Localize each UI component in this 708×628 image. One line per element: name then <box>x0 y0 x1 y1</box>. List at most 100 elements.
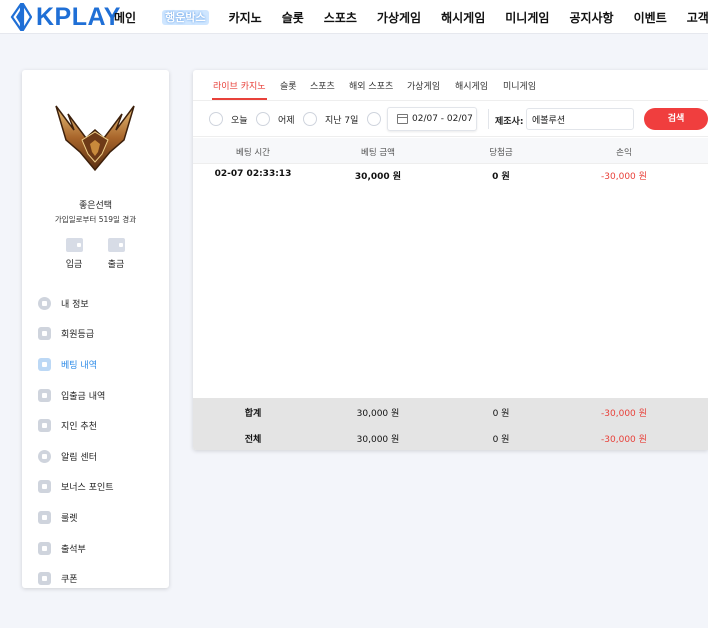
maker-input[interactable] <box>526 108 634 130</box>
deposit-label: 입금 <box>65 260 83 270</box>
roulette-icon <box>38 510 51 524</box>
menu-item-label: 지인 추천 <box>61 422 97 433</box>
bet-history-panel: 라이브 카지노 슬롯 스포츠 해외 스포츠 가상게임 해시게임 미니게임 오늘 … <box>193 70 708 450</box>
filter-bar: 오늘 어제 지난 7일 02/07 - 02/07 제조사: 검색 <box>193 101 708 137</box>
date-range-value: 02/07 - 02/07 <box>412 114 473 124</box>
summary-label: 전체 <box>244 435 262 445</box>
nav-item-lucky-box-label: 행운박스 <box>162 10 209 25</box>
menu-item-label: 알림 센터 <box>61 452 97 463</box>
radio-circle <box>367 112 381 126</box>
nav-item-notice[interactable]: 공지사항 <box>569 9 613 26</box>
tab-virtual-game[interactable]: 가상게임 <box>407 79 440 92</box>
joined-days-text: 가입일로부터 519일 경과 <box>54 215 137 224</box>
nav-item-slot[interactable]: 슬롯 <box>282 9 304 26</box>
logo[interactable]: KPLAY <box>10 3 121 31</box>
nav-item-sports[interactable]: 스포츠 <box>324 9 357 26</box>
menu-item-label: 회원등급 <box>61 330 95 341</box>
coupon-icon <box>38 572 51 586</box>
table-header: 베팅 시간 베팅 금액 당첨금 손익 <box>193 138 708 164</box>
logo-icon <box>10 3 32 31</box>
nav-item-event[interactable]: 이벤트 <box>634 9 667 26</box>
menu-item-bonus-point[interactable]: 보너스 포인트 <box>38 472 163 503</box>
summary-area: 합계 30,000 원 0 원 -30,000 원 전체 30,000 원 0 … <box>193 398 708 450</box>
heart-icon <box>38 419 51 433</box>
deposit-wallet-icon <box>65 238 83 252</box>
tab-live-casino[interactable]: 라이브 카지노 <box>213 79 266 92</box>
maker-label: 제조사: <box>495 117 524 127</box>
radio-custom-range[interactable] <box>367 112 389 126</box>
summary-win: 0 원 <box>492 409 510 419</box>
menu-item-notifications[interactable]: 알림 센터 <box>38 441 163 472</box>
tab-slot[interactable]: 슬롯 <box>280 79 297 92</box>
menu-item-label: 룰렛 <box>61 513 78 524</box>
column-header-profit: 손익 <box>616 148 632 158</box>
radio-label: 어제 <box>278 115 295 126</box>
summary-amount: 30,000 원 <box>356 409 400 419</box>
menu-item-transactions[interactable]: 입출금 내역 <box>38 380 163 411</box>
radio-circle <box>209 112 223 126</box>
menu-item-my-info[interactable]: 내 정보 <box>38 288 163 319</box>
menu-item-label: 보너스 포인트 <box>61 483 114 494</box>
cell-win: 0 원 <box>492 172 510 182</box>
mypage-menu: 내 정보 회원등급 베팅 내역 입출금 내역 지인 추천 알림 센터 보너스 포… <box>38 288 163 594</box>
menu-item-label: 입출금 내역 <box>61 391 106 402</box>
date-range-picker[interactable]: 02/07 - 02/07 <box>387 107 477 131</box>
calendar-icon <box>397 114 408 124</box>
summary-amount: 30,000 원 <box>356 435 400 445</box>
column-header-bet-amount: 베팅 금액 <box>361 148 395 158</box>
calendar-icon <box>38 541 51 555</box>
withdraw-button[interactable]: 출금 <box>101 238 131 270</box>
deposit-button[interactable]: 입금 <box>59 238 89 270</box>
tab-sports[interactable]: 스포츠 <box>310 79 335 92</box>
radio-label: 지난 7일 <box>325 115 359 126</box>
nav-item-hash-game[interactable]: 해시게임 <box>441 9 485 26</box>
user-icon <box>38 296 51 310</box>
nav-item-virtual-game[interactable]: 가상게임 <box>377 9 421 26</box>
divider <box>488 109 489 129</box>
nav-item-lucky-box[interactable]: 행운박스 <box>162 9 209 25</box>
nav-item-casino[interactable]: 카지노 <box>229 9 262 26</box>
summary-row-total: 전체 30,000 원 0 원 -30,000 원 <box>193 424 708 450</box>
nav-menu: 메인 행운박스 카지노 슬롯 스포츠 가상게임 해시게임 미니게임 공지사항 이… <box>114 0 708 34</box>
top-nav: KPLAY 메인 행운박스 카지노 슬롯 스포츠 가상게임 해시게임 미니게임 … <box>0 0 708 34</box>
summary-row-subtotal: 합계 30,000 원 0 원 -30,000 원 <box>193 398 708 424</box>
tab-overseas-sports[interactable]: 해외 스포츠 <box>349 79 393 92</box>
menu-item-bet-history[interactable]: 베팅 내역 <box>38 349 163 380</box>
radio-today[interactable]: 오늘 <box>209 112 248 126</box>
nav-item-customer-center[interactable]: 고객센 <box>687 9 708 26</box>
withdraw-wallet-icon <box>107 238 125 252</box>
withdraw-label: 출금 <box>107 260 125 270</box>
column-header-win: 당첨금 <box>489 148 513 158</box>
grade-icon <box>38 327 51 341</box>
game-tabs: 라이브 카지노 슬롯 스포츠 해외 스포츠 가상게임 해시게임 미니게임 <box>193 70 708 101</box>
menu-item-label: 쿠폰 <box>61 575 78 586</box>
summary-label: 합계 <box>244 409 262 419</box>
tab-hash-game[interactable]: 해시게임 <box>455 79 488 92</box>
menu-item-roulette[interactable]: 룰렛 <box>38 502 163 533</box>
menu-item-attendance[interactable]: 출석부 <box>38 533 163 564</box>
radio-circle <box>303 112 317 126</box>
username: 좋은선택 <box>78 201 113 211</box>
radio-last-7-days[interactable]: 지난 7일 <box>303 112 358 126</box>
cell-profit: -30,000 원 <box>601 172 647 182</box>
menu-item-label: 베팅 내역 <box>61 360 97 371</box>
nav-item-main[interactable]: 메인 <box>114 9 136 26</box>
radio-yesterday[interactable]: 어제 <box>256 112 295 126</box>
cell-bet-time: 02-07 02:33:13 <box>214 169 292 179</box>
menu-item-referral[interactable]: 지인 추천 <box>38 410 163 441</box>
menu-item-coupon[interactable]: 쿠폰 <box>38 563 163 594</box>
radio-circle <box>256 112 270 126</box>
bet-history-icon <box>38 357 51 371</box>
tab-mini-game[interactable]: 미니게임 <box>503 79 536 92</box>
point-icon <box>38 480 51 494</box>
menu-item-label: 출석부 <box>61 544 86 555</box>
summary-profit: -30,000 원 <box>601 435 647 445</box>
search-button[interactable]: 검색 <box>644 108 708 130</box>
mypage-sidebar: 좋은선택 가입일로부터 519일 경과 입금 출금 내 정보 회원등급 베팅 내… <box>22 70 169 588</box>
chat-icon <box>38 449 51 463</box>
cell-bet-amount: 30,000 원 <box>354 172 402 182</box>
nav-item-mini-game[interactable]: 미니게임 <box>505 9 549 26</box>
radio-label: 오늘 <box>231 115 248 126</box>
active-tab-indicator <box>212 98 267 100</box>
menu-item-grade[interactable]: 회원등급 <box>38 319 163 350</box>
